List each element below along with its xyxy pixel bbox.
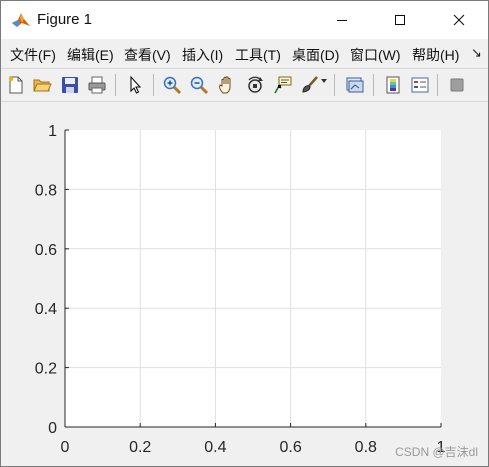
- toolbar-separator: [153, 74, 154, 96]
- figure-toolbar: [1, 68, 488, 102]
- minimize-button[interactable]: [313, 1, 371, 39]
- y-tick-label: 1: [48, 123, 57, 140]
- y-tick-label: 0.6: [35, 242, 57, 259]
- figure-canvas[interactable]: 0 0.2 0.4 0.6 0.8 1 0 0.2 0.4 0.6 0.8 1 CSDN @吉沫dl: [1, 102, 488, 466]
- window-title: Figure 1: [37, 11, 93, 28]
- x-tick-label: 0.8: [355, 439, 377, 456]
- x-tick-label: 0.4: [204, 439, 226, 456]
- open-file-icon: [33, 79, 52, 92]
- insert-legend-icon: [411, 77, 429, 93]
- maximize-icon: [395, 15, 405, 25]
- menu-file[interactable]: 文件(F): [10, 45, 56, 65]
- matlab-logo-icon: [11, 10, 31, 30]
- menu-view[interactable]: 查看(V): [124, 45, 171, 65]
- data-cursor-button[interactable]: [271, 73, 295, 97]
- toolbar-separator: [373, 74, 374, 96]
- menu-overflow-arrow[interactable]: ↘: [471, 45, 482, 61]
- menu-help[interactable]: 帮助(H): [412, 45, 459, 65]
- print-icon: [88, 76, 106, 94]
- pan-button[interactable]: [215, 73, 239, 97]
- brush-icon: [302, 76, 318, 93]
- brush-button[interactable]: [298, 73, 322, 97]
- zoom-out-button[interactable]: [187, 73, 211, 97]
- select-pointer-icon: [130, 75, 142, 94]
- axes[interactable]: 0 0.2 0.4 0.6 0.8 100.20.40.60.81: [1, 102, 488, 466]
- minimize-icon: [337, 20, 347, 21]
- toolbar-separator: [115, 74, 116, 96]
- save-button[interactable]: [58, 73, 82, 97]
- y-tick-label: 0: [48, 420, 57, 437]
- pan-hand-icon: [219, 76, 231, 94]
- x-tick-label: 0: [61, 439, 70, 456]
- plot-area: [65, 130, 441, 427]
- menu-insert[interactable]: 插入(I): [182, 45, 223, 65]
- figure-window: Figure 1 文件(F) 编辑(E) 查看(V) 插入(I) 工具(T) 桌…: [0, 0, 489, 467]
- zoom-out-icon: [190, 76, 209, 95]
- hide-plot-tools-icon: [450, 78, 464, 92]
- brush-dropdown-icon[interactable]: [321, 79, 327, 83]
- y-tick-label: 0.2: [35, 361, 57, 378]
- toolbar-separator: [437, 74, 438, 96]
- menu-desktop[interactable]: 桌面(D): [292, 45, 339, 65]
- insert-legend-button[interactable]: [408, 73, 432, 97]
- x-tick-label: 0.2: [129, 439, 151, 456]
- hide-plot-tools-button[interactable]: [445, 73, 469, 97]
- maximize-button[interactable]: [371, 1, 429, 39]
- rotate-3d-button[interactable]: [243, 73, 267, 97]
- zoom-in-icon: [163, 76, 182, 95]
- title-bar[interactable]: Figure 1: [1, 1, 488, 39]
- zoom-in-button[interactable]: [160, 73, 184, 97]
- close-button[interactable]: [430, 1, 488, 39]
- y-tick-label: 0.4: [35, 301, 57, 318]
- close-icon: [453, 14, 465, 26]
- y-tick-label: 0.8: [35, 182, 57, 199]
- menu-edit[interactable]: 编辑(E): [67, 45, 114, 65]
- link-plot-button[interactable]: [343, 73, 367, 97]
- rotate-3d-icon: [248, 76, 263, 93]
- toolbar-separator: [334, 74, 335, 96]
- new-figure-icon: [8, 76, 23, 94]
- watermark: CSDN @吉沫dl: [395, 445, 478, 459]
- insert-colorbar-button[interactable]: [381, 73, 405, 97]
- menu-bar: 文件(F) 编辑(E) 查看(V) 插入(I) 工具(T) 桌面(D) 窗口(W…: [1, 41, 488, 65]
- new-figure-button[interactable]: [4, 73, 28, 97]
- save-icon: [62, 77, 78, 93]
- data-cursor-icon: [274, 76, 292, 94]
- menu-tools[interactable]: 工具(T): [235, 45, 281, 65]
- x-tick-label: 0.6: [279, 439, 301, 456]
- print-button[interactable]: [85, 73, 109, 97]
- menu-window[interactable]: 窗口(W): [350, 45, 401, 65]
- insert-colorbar-icon: [386, 76, 400, 94]
- select-button[interactable]: [123, 73, 147, 97]
- link-plot-icon: [346, 77, 364, 93]
- open-file-button[interactable]: [30, 73, 54, 97]
